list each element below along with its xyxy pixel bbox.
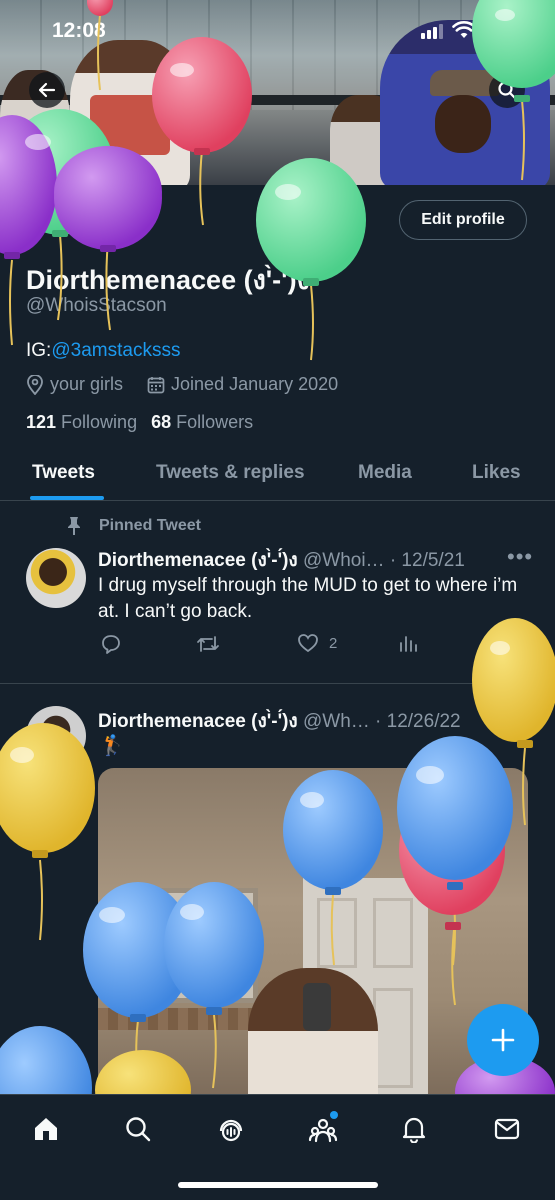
- nav-spaces[interactable]: [211, 1109, 251, 1149]
- followers-label: Followers: [176, 412, 254, 432]
- tab-media[interactable]: Media: [358, 462, 412, 484]
- pinned-label-text: Pinned Tweet: [99, 517, 201, 534]
- nav-messages[interactable]: [487, 1109, 527, 1149]
- tab-likes[interactable]: Likes: [472, 462, 521, 484]
- back-button[interactable]: [29, 72, 65, 108]
- reply-button[interactable]: [100, 633, 122, 655]
- tab-tweets-replies[interactable]: Tweets & replies: [156, 462, 305, 484]
- tweet-author-name[interactable]: Diorthemenacee (ง'̀-'́)ง: [98, 550, 298, 571]
- profile-joined: Joined January 2020: [171, 374, 339, 394]
- share-button[interactable]: [506, 633, 526, 653]
- followers-count: 68: [151, 412, 172, 432]
- spaces-icon: [219, 1119, 243, 1142]
- following-count: 121: [26, 412, 57, 432]
- home-indicator: [178, 1182, 378, 1188]
- home-icon: [35, 1118, 57, 1140]
- tweet-header: Diorthemenacee (ง'̀-'́)ง @Wh… · 12/26/22: [98, 706, 461, 736]
- tweet-text: I drug myself through the MUD to get to …: [98, 575, 518, 622]
- pinned-tweet-label: Pinned Tweet: [65, 516, 201, 536]
- analytics-icon: [400, 636, 417, 652]
- avatar[interactable]: [26, 548, 86, 608]
- profile-location: your girls: [50, 374, 124, 394]
- tweet-author-name[interactable]: Diorthemenacee (ง'̀-'́)ง: [98, 711, 298, 732]
- more-options-icon[interactable]: •••: [507, 544, 533, 570]
- like-count: 2: [329, 634, 338, 652]
- pin-icon: [68, 517, 80, 535]
- plus-icon: [491, 1028, 515, 1052]
- arrow-left-icon: [38, 82, 56, 98]
- cellular-signal-icon: [421, 24, 443, 39]
- profile-handle: @WhoisStacson: [26, 295, 167, 316]
- tweet-author-meta: @Whoi… · 12/5/21: [302, 550, 465, 571]
- profile-follow-stats: 121 Following 68 Followers: [26, 412, 253, 433]
- like-button[interactable]: 2: [297, 633, 337, 653]
- wifi-icon: [452, 21, 476, 38]
- edit-profile-button[interactable]: Edit profile: [399, 200, 527, 240]
- search-icon: [126, 1117, 151, 1142]
- following-label: Following: [61, 412, 138, 432]
- tweet-emoji: 🏌: [100, 735, 125, 757]
- status-time: 12:08: [52, 19, 106, 42]
- following-link[interactable]: 121 Following: [26, 412, 137, 433]
- messages-icon: [494, 1118, 520, 1140]
- nav-home[interactable]: [26, 1109, 66, 1149]
- bio-prefix: IG:: [26, 340, 52, 361]
- followers-link[interactable]: 68 Followers: [151, 412, 253, 433]
- tweet-actions: 2: [98, 633, 524, 663]
- share-icon: [508, 634, 524, 652]
- photo-wall-frame: [118, 888, 258, 1003]
- retweet-button[interactable]: [196, 633, 220, 655]
- notification-dot: [330, 1111, 338, 1119]
- nav-communities[interactable]: [303, 1109, 343, 1149]
- profile-bio: IG:@3amstacksss: [26, 340, 180, 362]
- banner-face: [435, 95, 491, 153]
- profile-meta: your girls Joined January 2020: [26, 374, 338, 395]
- heart-icon: [298, 634, 318, 653]
- banner-jersey: [90, 95, 170, 155]
- tweet-media-photo[interactable]: [98, 768, 528, 1098]
- location-pin-icon: [27, 374, 43, 395]
- analytics-button[interactable]: [398, 633, 418, 653]
- status-bar: 12:08 89: [0, 0, 555, 62]
- profile-tabs: Tweets Tweets & replies Media Likes: [0, 448, 555, 501]
- search-icon: [498, 81, 517, 100]
- active-tab-indicator: [30, 496, 104, 500]
- battery-icon: 89: [483, 21, 517, 41]
- photo-phone: [303, 983, 331, 1031]
- calendar-icon: [147, 376, 165, 393]
- bio-instagram-link[interactable]: @3amstacksss: [51, 340, 180, 361]
- nav-search[interactable]: [118, 1109, 158, 1149]
- retweet-icon: [197, 636, 219, 652]
- tweet-author-meta: @Wh… · 12/26/22: [302, 711, 461, 732]
- notifications-icon: [402, 1117, 426, 1143]
- profile-search-button[interactable]: [489, 72, 525, 108]
- tweet-header: Diorthemenacee (ง'̀-'́)ง @Whoi… · 12/5/2…: [98, 545, 465, 575]
- tab-tweets[interactable]: Tweets: [32, 462, 95, 484]
- nav-notifications[interactable]: [394, 1109, 434, 1149]
- tweet-divider: [0, 683, 555, 684]
- compose-tweet-button[interactable]: [467, 1004, 539, 1076]
- avatar[interactable]: [26, 706, 86, 766]
- reply-icon: [102, 635, 120, 654]
